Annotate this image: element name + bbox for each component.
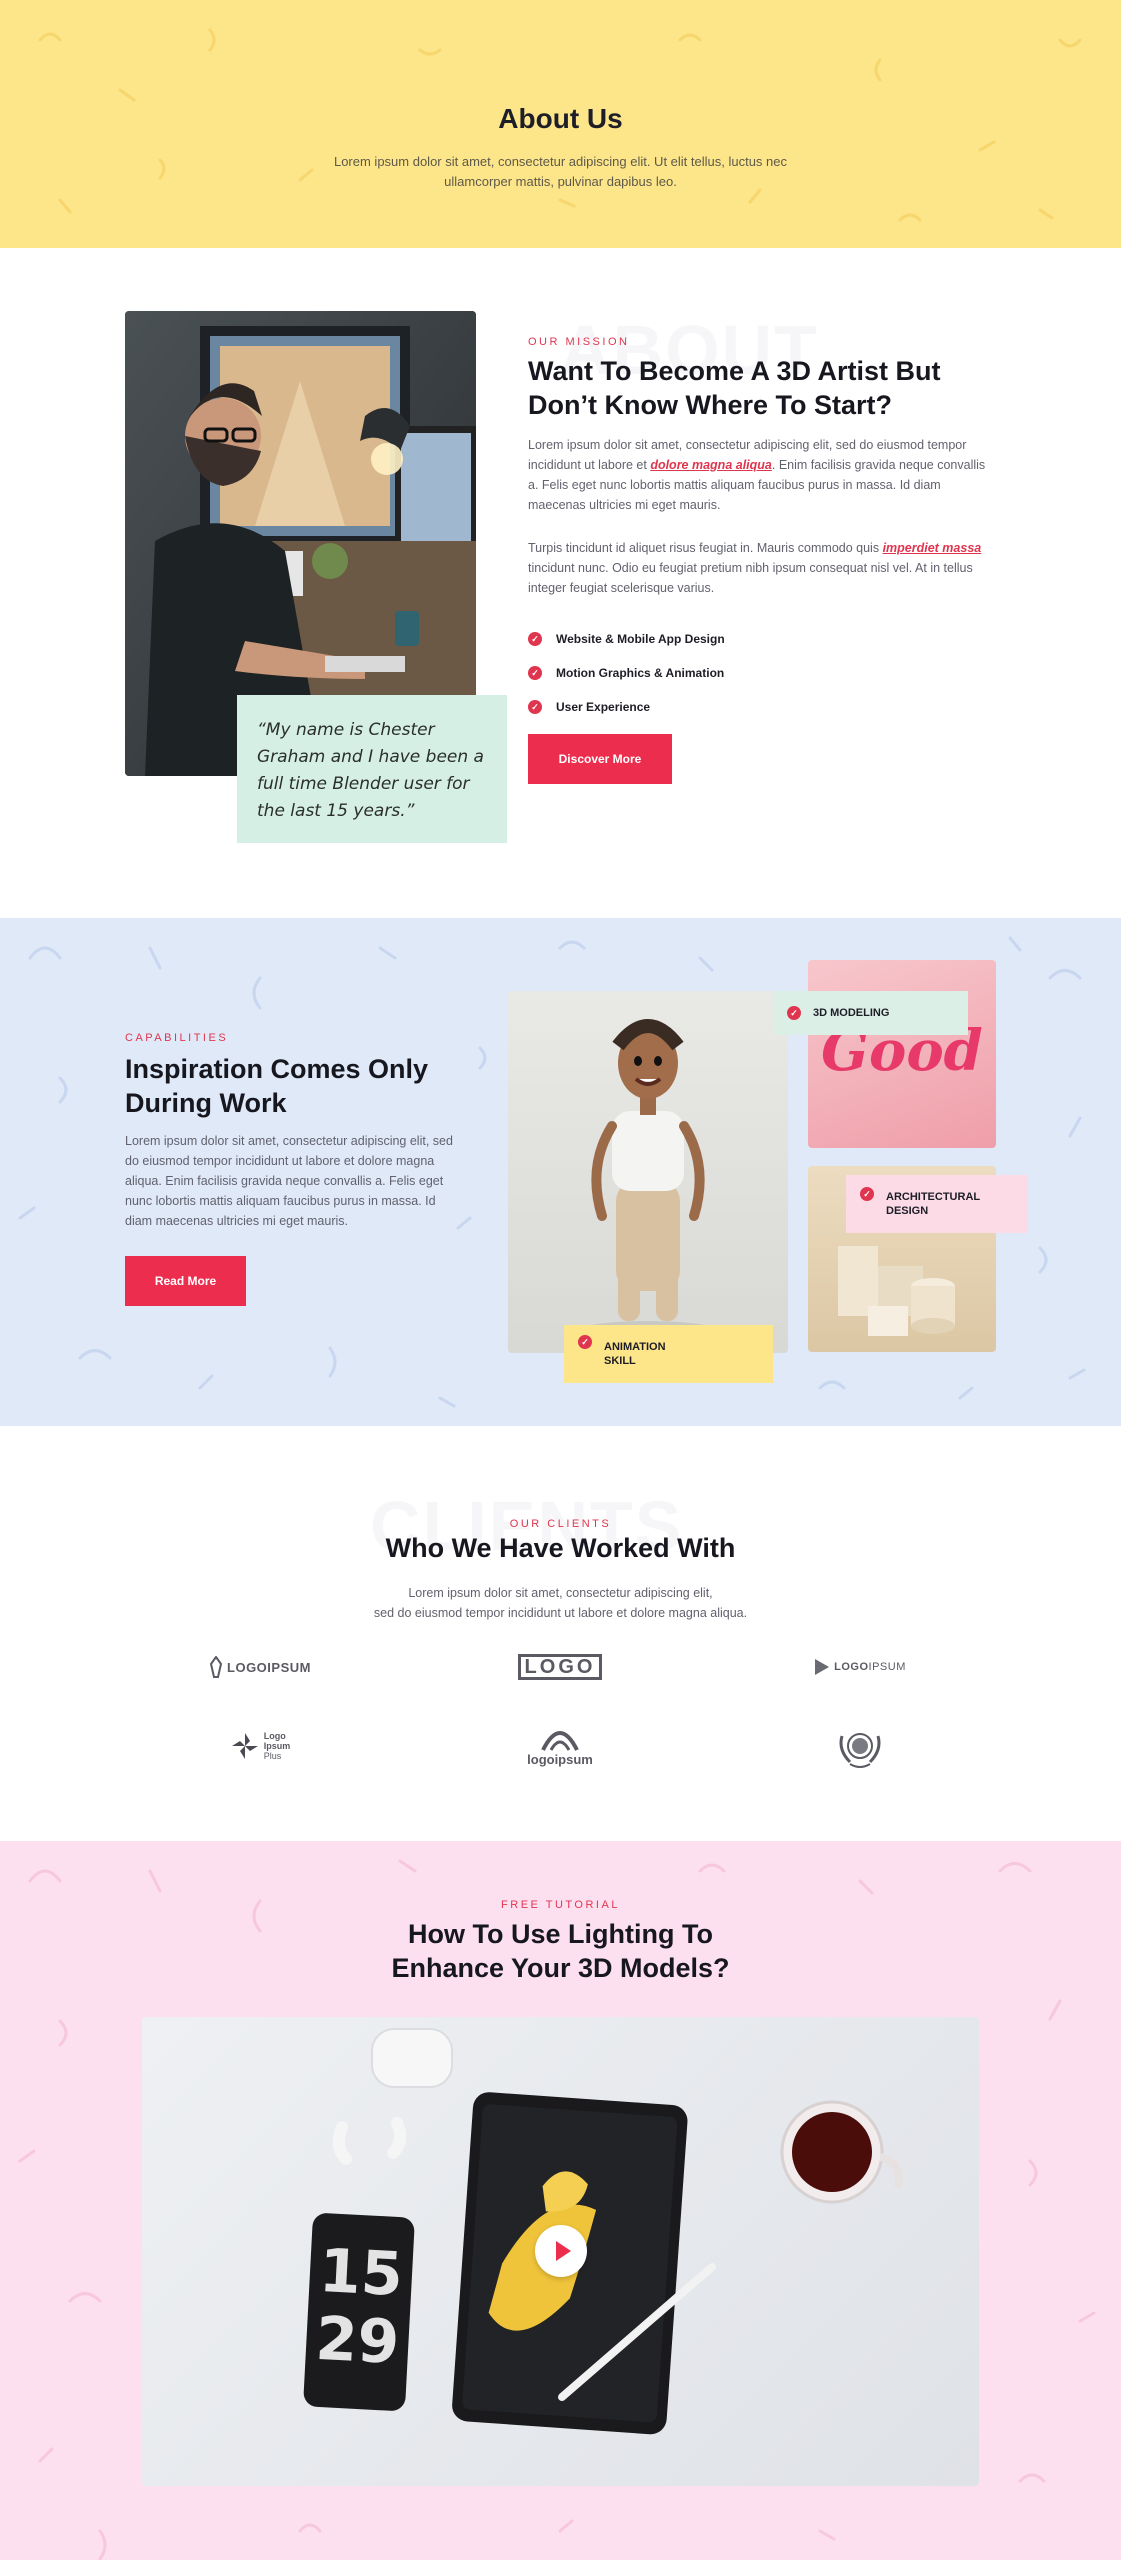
tutorial-heading: How To Use Lighting To Enhance Your 3D M…	[0, 1917, 1121, 1985]
check-icon: ✓	[787, 1006, 801, 1020]
mission-p2-text-end: tincidunt nunc. Odio eu feugiat pretium …	[528, 561, 973, 595]
clients-text: Lorem ipsum dolor sit amet, consectetur …	[330, 1583, 791, 1623]
list-item: ✓ Motion Graphics & Animation	[528, 656, 725, 690]
check-icon: ✓	[860, 1187, 874, 1201]
phone-clock: 15 29	[302, 2212, 416, 2412]
mission-checklist: ✓ Website & Mobile App Design ✓ Motion Gra…	[528, 622, 725, 724]
logo-text: LOGO	[517, 1654, 603, 1680]
client-logo-3[interactable]: LOGO IPSUM	[800, 1652, 920, 1682]
list-item-label: Website & Mobile App Design	[556, 632, 725, 646]
tutorial-eyebrow: FREE TUTORIAL	[501, 1899, 620, 1911]
tag-label: ANIMATION SKILL	[604, 1340, 666, 1368]
mission-heading: Want To Become A 3D Artist But Don’t Kno…	[528, 356, 941, 420]
clock-hours: 15	[317, 2235, 405, 2311]
capabilities-heading: Inspiration Comes Only During Work	[125, 1054, 429, 1118]
cartoon-character-image	[508, 991, 788, 1353]
clients-text-line: sed do eiusmod tempor incididunt ut labo…	[373, 1606, 748, 1620]
mission-p2-text: Turpis tincidunt id aliquet risus feugia…	[528, 541, 883, 555]
discover-more-button[interactable]: Discover More	[528, 734, 672, 784]
tag-line: ANIMATION	[604, 1341, 666, 1353]
tutorial-heading-line: How To Use Lighting To	[408, 1919, 713, 1949]
check-icon: ✓	[528, 666, 542, 680]
tag-label: 3D MODELING	[813, 1007, 890, 1019]
logo-text: Plus	[263, 1751, 282, 1761]
clients-section: CLIENTS OUR CLIENTS Who We Have Worked W…	[0, 1426, 1121, 1841]
tag-line: ARCHITECTURAL	[886, 1191, 981, 1203]
client-logo-2[interactable]: LOGO	[500, 1652, 620, 1682]
logo-text: Logo	[263, 1731, 286, 1741]
pen-logo-icon	[209, 1656, 223, 1678]
tag-label: ARCHITECTURAL DESIGN	[886, 1190, 980, 1218]
check-icon: ✓	[528, 632, 542, 646]
tag-architectural-design: ✓ ARCHITECTURAL DESIGN	[846, 1175, 1028, 1233]
tutorial-video[interactable]: 15 29	[142, 2017, 979, 2486]
page-title: About Us	[498, 103, 623, 134]
clock-minutes: 29	[313, 2303, 402, 2379]
mission-paragraph-2: Turpis tincidunt id aliquet risus feugia…	[528, 538, 988, 598]
tag-line: DESIGN	[886, 1205, 929, 1217]
laurel-badge-icon	[839, 1733, 881, 1768]
hero-text: Lorem ipsum dolor sit amet, consectetur …	[333, 154, 788, 189]
logo-text-stack: Logo Ipsum Plus	[264, 1731, 291, 1761]
clients-heading: Who We Have Worked With	[385, 1533, 736, 1563]
list-item: ✓ User Experience	[528, 690, 725, 724]
capabilities-text: Lorem ipsum dolor sit amet, consectetur …	[125, 1134, 453, 1228]
logo-text: Ipsum	[263, 1741, 291, 1751]
read-more-button[interactable]: Read More	[125, 1256, 246, 1306]
client-logo-4[interactable]: Logo Ipsum Plus	[210, 1726, 310, 1766]
tag-3d-modeling: ✓ 3D MODELING	[773, 991, 968, 1035]
tutorial-heading-line: Enhance Your 3D Models?	[391, 1953, 730, 1983]
triangle-logo-icon	[815, 1659, 830, 1675]
tag-animation-skill: ✓ ANIMATION SKILL	[564, 1325, 773, 1383]
tag-line: SKILL	[604, 1355, 636, 1367]
quote-text: “My name is Chester Graham and I have be…	[257, 720, 484, 821]
mission-section: ABOUT OUR MISSION Want To Become A 3D Ar…	[0, 248, 1121, 918]
windmill-logo-icon	[231, 1733, 258, 1759]
dolore-magna-link[interactable]: dolore magna aliqua	[650, 458, 772, 472]
arch-logo-icon	[541, 1730, 579, 1751]
check-icon: ✓	[578, 1335, 592, 1349]
good-sculpture-image: Good	[808, 960, 996, 1148]
list-item: ✓ Website & Mobile App Design	[528, 622, 725, 656]
logo-text: logoipsum	[527, 1751, 593, 1767]
hero-section: About Us Lorem ipsum dolor sit amet, con…	[0, 0, 1121, 248]
mission-paragraph-1: Lorem ipsum dolor sit amet, consectetur …	[528, 435, 988, 515]
play-button[interactable]	[535, 2225, 587, 2277]
check-icon: ✓	[528, 700, 542, 714]
quote-card: “My name is Chester Graham and I have be…	[237, 695, 507, 843]
logo-text: IPSUM	[868, 1661, 906, 1673]
client-logo-6[interactable]	[820, 1722, 900, 1772]
clients-text-line: Lorem ipsum dolor sit amet, consectetur …	[408, 1586, 713, 1600]
list-item-label: User Experience	[556, 700, 651, 714]
logo-text: LOGOIPSUM	[227, 1659, 311, 1675]
clients-eyebrow: OUR CLIENTS	[509, 1518, 612, 1530]
capabilities-section: CAPABILITIES Inspiration Comes Only Duri…	[0, 918, 1121, 1426]
client-logo-1[interactable]: LOGOIPSUM	[200, 1652, 320, 1682]
tutorial-section: FREE TUTORIAL How To Use Lighting To Enh…	[0, 1841, 1121, 2560]
list-item-label: Motion Graphics & Animation	[556, 666, 725, 680]
capabilities-eyebrow: CAPABILITIES	[125, 1032, 229, 1044]
logo-text: LOGO	[834, 1661, 869, 1673]
imperdiet-massa-link[interactable]: imperdiet massa	[883, 541, 982, 555]
mission-eyebrow: OUR MISSION	[528, 336, 630, 348]
client-logo-5[interactable]: logoipsum	[500, 1716, 620, 1776]
